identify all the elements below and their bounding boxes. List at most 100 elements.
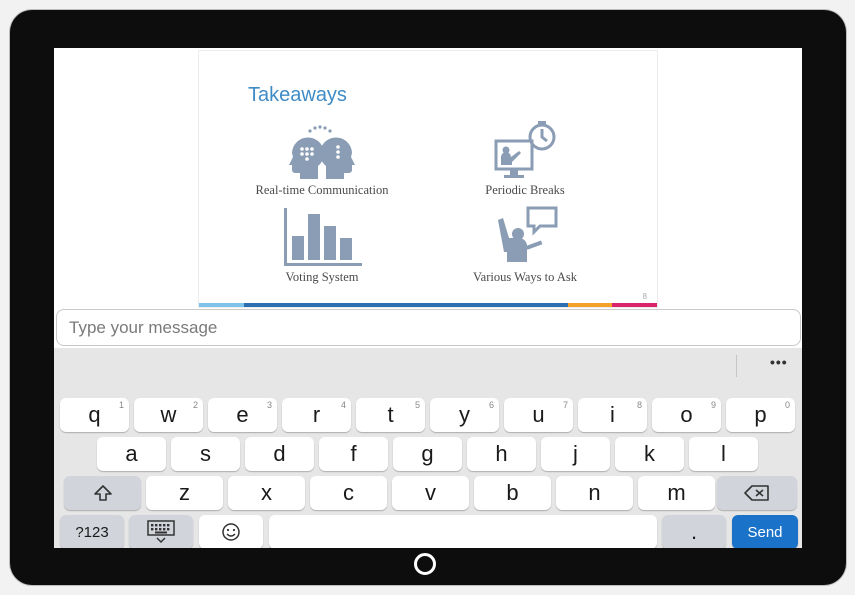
heads-communication-icon <box>289 125 355 179</box>
key-g[interactable]: g <box>393 437 462 471</box>
shift-key[interactable] <box>64 476 141 510</box>
period-key[interactable]: . <box>662 515 726 548</box>
key-label: l <box>721 441 726 466</box>
key-label: i <box>610 402 615 427</box>
takeaway-label: Voting System <box>285 270 359 284</box>
takeaway-label: Real-time Communication <box>255 183 389 197</box>
key-label: q <box>88 402 101 427</box>
bar-segment-light-blue <box>199 303 244 307</box>
key-y[interactable]: y6 <box>430 398 499 432</box>
key-hint: 5 <box>414 400 420 410</box>
key-label: s <box>200 441 211 466</box>
key-q[interactable]: q1 <box>60 398 129 432</box>
key-label: p <box>754 402 767 427</box>
takeaway-label: Various Ways to Ask <box>473 270 577 284</box>
key-label: d <box>273 441 286 466</box>
key-n[interactable]: n <box>556 476 633 510</box>
key-hint: 0 <box>784 400 790 410</box>
key-f[interactable]: f <box>319 437 388 471</box>
key-hint: 1 <box>118 400 124 410</box>
keyboard-toolbar: ••• <box>54 348 802 386</box>
key-b[interactable]: b <box>474 476 551 510</box>
space-bar[interactable] <box>269 515 657 548</box>
slide-color-bar <box>199 303 657 307</box>
key-v[interactable]: v <box>392 476 469 510</box>
key-label: k <box>644 441 655 466</box>
key-label: n <box>588 480 601 505</box>
key-k[interactable]: k <box>615 437 684 471</box>
bar-segment-blue <box>244 303 568 307</box>
key-label: j <box>573 441 578 466</box>
key-label: g <box>421 441 434 466</box>
key-label: o <box>680 402 693 427</box>
key-p[interactable]: p0 <box>726 398 795 432</box>
takeaway-label: Periodic Breaks <box>485 183 565 197</box>
emoji-key[interactable] <box>199 515 263 548</box>
key-label: t <box>387 402 394 427</box>
screen: Takeaways Real-time Communication Period… <box>54 48 802 548</box>
key-e[interactable]: e3 <box>208 398 277 432</box>
key-a[interactable]: a <box>97 437 166 471</box>
key-m[interactable]: m <box>638 476 715 510</box>
takeaway-voting-system: Voting System <box>259 206 385 285</box>
keyboard-hide-icon <box>147 520 175 544</box>
raised-hand-question-icon <box>498 206 558 262</box>
slide-title: Takeaways <box>248 84 347 106</box>
key-label: h <box>495 441 508 466</box>
key-t[interactable]: t5 <box>356 398 425 432</box>
key-u[interactable]: u7 <box>504 398 573 432</box>
bar-segment-orange <box>568 303 612 307</box>
key-hint: 7 <box>562 400 568 410</box>
key-hint: 4 <box>340 400 346 410</box>
key-i[interactable]: i8 <box>578 398 647 432</box>
tablet-frame: Takeaways Real-time Communication Period… <box>10 10 846 585</box>
key-s[interactable]: s <box>171 437 240 471</box>
key-label: b <box>506 480 519 505</box>
bar-segment-pink <box>612 303 657 307</box>
more-options-button[interactable]: ••• <box>770 354 788 370</box>
takeaway-real-time-communication: Real-time Communication <box>249 125 395 198</box>
presentation-slide: Takeaways Real-time Communication Period… <box>198 50 658 308</box>
key-j[interactable]: j <box>541 437 610 471</box>
key-o[interactable]: o9 <box>652 398 721 432</box>
key-label: e <box>236 402 249 427</box>
keyboard-hide-key[interactable] <box>129 515 193 548</box>
message-input[interactable]: Type your message <box>56 309 801 346</box>
backspace-icon <box>744 485 769 501</box>
key-c[interactable]: c <box>310 476 387 510</box>
send-button[interactable]: Send <box>732 515 798 548</box>
key-w[interactable]: w2 <box>134 398 203 432</box>
key-h[interactable]: h <box>467 437 536 471</box>
backspace-key[interactable] <box>717 476 797 510</box>
takeaway-various-ways-to-ask: Various Ways to Ask <box>455 206 595 285</box>
key-r[interactable]: r4 <box>282 398 351 432</box>
key-label: y <box>459 402 470 427</box>
toolbar-divider <box>736 355 737 377</box>
key-label: m <box>667 480 686 505</box>
presentation-timer-icon <box>494 121 556 178</box>
key-hint: 9 <box>710 400 716 410</box>
home-button[interactable] <box>414 553 436 575</box>
takeaway-periodic-breaks: Periodic Breaks <box>465 119 585 198</box>
symbols-key[interactable]: ?123 <box>60 515 124 548</box>
on-screen-keyboard: ••• ?123 . Send q 1 w 2 e 3 r 4 t 5 y 6 … <box>54 348 802 548</box>
key-label: r <box>312 402 321 427</box>
key-label: x <box>261 480 272 505</box>
shift-arrow-icon <box>93 485 112 501</box>
key-label: z <box>179 480 190 505</box>
slide-page-number: 8 <box>642 292 647 301</box>
key-label: f <box>350 441 357 466</box>
key-hint: 3 <box>266 400 272 410</box>
bar-chart-icon <box>284 208 362 266</box>
emoji-smiley-icon <box>222 523 240 541</box>
key-label: a <box>125 441 138 466</box>
key-label: u <box>532 402 545 427</box>
key-l[interactable]: l <box>689 437 758 471</box>
key-z[interactable]: z <box>146 476 223 510</box>
key-hint: 8 <box>636 400 642 410</box>
key-label: w <box>160 402 177 427</box>
key-x[interactable]: x <box>228 476 305 510</box>
key-hint: 2 <box>192 400 198 410</box>
key-d[interactable]: d <box>245 437 314 471</box>
key-hint: 6 <box>488 400 494 410</box>
